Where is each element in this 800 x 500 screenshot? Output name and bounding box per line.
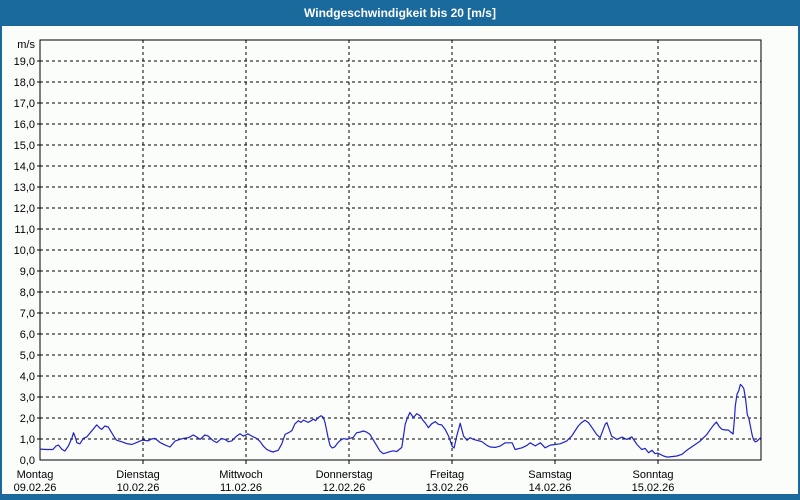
- app-window: Windgeschwindigkeit bis 20 [m/s] 0,0 1,0 2…: [0, 0, 800, 500]
- x-day-label: Sonntag: [633, 469, 674, 481]
- x-day-label: Montag: [17, 469, 54, 481]
- wind-speed-plot: 0,0 1,0 2,0 3,0 4,0 5,0 6,0 7,0 8,0 9,0 10,0 11,0 12…: [14, 39, 762, 494]
- x-date-label: 12.02.26: [323, 482, 366, 494]
- wind-speed-chart: 0,0 1,0 2,0 3,0 4,0 5,0 6,0 7,0 8,0 9,0 10,0 11,0 12…: [2, 26, 798, 494]
- x-date-label: 15.02.26: [632, 482, 675, 494]
- y-tick-label: 15,0: [14, 140, 35, 152]
- y-tick-label: 16,0: [14, 119, 35, 131]
- y-tick-label: 18,0: [14, 77, 35, 89]
- y-tick-label: 8,0: [20, 287, 35, 299]
- y-tick-label: 19,0: [14, 56, 35, 68]
- y-tick-label: 11,0: [14, 224, 35, 236]
- y-tick-label: 14,0: [14, 161, 35, 173]
- x-day-label: Samstag: [528, 469, 571, 481]
- y-tick-label: 17,0: [14, 98, 35, 110]
- y-tick-label: 4,0: [20, 371, 35, 383]
- y-tick-label: 9,0: [20, 266, 35, 278]
- x-date-label: 09.02.26: [14, 482, 57, 494]
- y-tick-label: 0,0: [20, 455, 35, 467]
- window-titlebar: Windgeschwindigkeit bis 20 [m/s]: [0, 0, 800, 26]
- x-day-label: Mittwoch: [219, 469, 262, 481]
- y-tick-label: 1,0: [20, 434, 35, 446]
- x-day-label: Dienstag: [116, 469, 159, 481]
- x-day-label: Freitag: [430, 469, 464, 481]
- y-tick-label: 13,0: [14, 182, 35, 194]
- y-tick-label: 5,0: [20, 350, 35, 362]
- x-day-label: Donnerstag: [316, 469, 373, 481]
- y-tick-label: 12,0: [14, 203, 35, 215]
- x-date-label: 11.02.26: [220, 482, 262, 494]
- y-tick-label: 7,0: [20, 308, 35, 320]
- y-tick-label: 2,0: [20, 413, 35, 425]
- x-date-label: 10.02.26: [117, 482, 160, 494]
- window-title: Windgeschwindigkeit bis 20 [m/s]: [304, 6, 496, 20]
- window-border-bottom: [0, 494, 800, 500]
- x-date-label: 13.02.26: [426, 482, 469, 494]
- x-date-label: 14.02.26: [529, 482, 572, 494]
- y-tick-label: 6,0: [20, 329, 35, 341]
- y-axis-unit-label: m/s: [17, 39, 35, 51]
- window-border-left: [0, 26, 2, 494]
- wind-speed-line: [39, 383, 762, 458]
- y-tick-label: 10,0: [14, 245, 35, 257]
- y-tick-label: 3,0: [20, 392, 35, 404]
